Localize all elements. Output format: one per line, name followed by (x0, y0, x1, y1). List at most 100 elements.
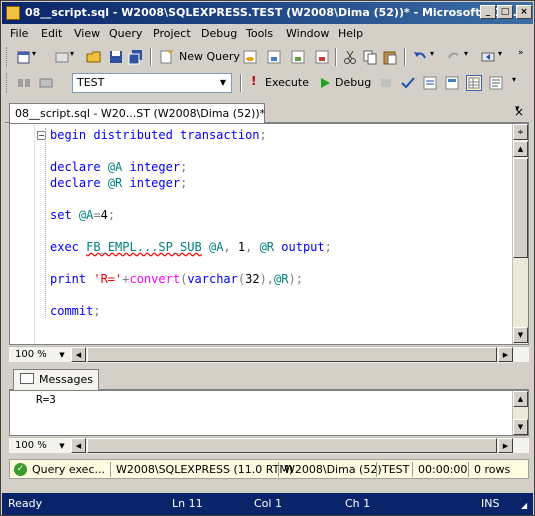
query-editor[interactable]: − begin distributed transaction; declare… (9, 123, 529, 345)
tab-messages-label: Messages (39, 373, 93, 386)
execute-button[interactable]: Execute (265, 76, 309, 89)
menu-project[interactable]: Project (153, 27, 191, 40)
scroll-right-icon[interactable]: ▶ (498, 347, 513, 362)
close-tab-icon[interactable]: × (514, 105, 524, 119)
toolbar-overflow-icon[interactable]: » (518, 48, 524, 58)
change-connection-icon[interactable] (38, 75, 54, 91)
navigate-backward-icon[interactable] (480, 49, 496, 65)
database-select[interactable]: TEST ▼ (72, 73, 232, 93)
paste-icon[interactable] (382, 49, 398, 65)
new-query-icon[interactable] (158, 49, 174, 65)
results-horizontal-scrollbar[interactable]: ◀ ▶ (71, 438, 513, 454)
toolbar-dropdown-icon[interactable]: ▾ (512, 75, 516, 84)
minimize-button[interactable]: _ (480, 5, 496, 19)
chevron-down-icon[interactable]: ▼ (57, 348, 67, 362)
add-item-dropdown-icon[interactable]: ▾ (70, 49, 74, 58)
new-project-dropdown-icon[interactable]: ▾ (32, 49, 36, 58)
xmla-query-icon[interactable] (314, 49, 330, 65)
horizontal-scroll-thumb[interactable] (87, 347, 497, 362)
analysis-dmx-query-icon[interactable] (290, 49, 306, 65)
menu-debug[interactable]: Debug (201, 27, 237, 40)
chevron-down-icon[interactable]: ▼ (57, 439, 67, 453)
horizontal-scroll-thumb[interactable] (87, 438, 497, 453)
code-line: declare @A integer; (50, 160, 187, 174)
title-bar[interactable]: 08__script.sql - W2008\SQLEXPRESS.TEST (… (2, 2, 533, 24)
menu-tools[interactable]: Tools (246, 27, 273, 40)
code-token: output (281, 240, 325, 254)
app-window: 08__script.sql - W2008\SQLEXPRESS.TEST (… (0, 0, 535, 516)
menu-edit[interactable]: Edit (41, 27, 62, 40)
outline-bar (45, 128, 47, 318)
query-options-icon[interactable] (444, 75, 460, 91)
query-state: Query exec... (32, 463, 105, 476)
code-token: @R (259, 240, 275, 254)
code-token: declare (50, 176, 101, 190)
chevron-down-icon[interactable]: ▼ (216, 75, 230, 91)
code-token: + (122, 272, 130, 286)
split-icon[interactable]: ≑ (513, 124, 528, 140)
navigate-dropdown-icon[interactable]: ▾ (498, 49, 502, 58)
toolbar-separator (335, 48, 337, 66)
add-item-icon[interactable] (54, 49, 70, 65)
connect-icon[interactable] (16, 75, 32, 91)
copy-icon[interactable] (362, 49, 378, 65)
execute-icon[interactable]: ! (251, 74, 256, 88)
editor-vertical-scrollbar[interactable]: ≑ ▲ ▼ (512, 124, 528, 344)
scroll-down-icon[interactable]: ▼ (513, 419, 528, 435)
redo-icon[interactable] (446, 49, 462, 65)
new-query-button[interactable]: New Query (179, 50, 240, 63)
messages-vertical-scrollbar[interactable]: ▲ ▼ (512, 391, 528, 435)
debug-button[interactable]: Debug (335, 76, 371, 89)
cancel-query-icon[interactable] (378, 75, 394, 91)
menu-query[interactable]: Query (109, 27, 142, 40)
toolbar-grip[interactable] (6, 47, 9, 67)
menu-file[interactable]: File (10, 27, 28, 40)
database-select-value: TEST (77, 76, 105, 89)
code-token: @A (78, 208, 94, 222)
tab-messages[interactable]: Messages (13, 369, 99, 390)
new-project-icon[interactable] (16, 49, 32, 65)
code-token: declare (50, 160, 101, 174)
sql-editor-toolbar: TEST ▼ ! Execute Debug ▾ (2, 70, 533, 96)
menu-window[interactable]: Window (286, 27, 329, 40)
cut-icon[interactable] (342, 49, 358, 65)
undo-dropdown-icon[interactable]: ▾ (430, 49, 434, 58)
query-user: W2008\Dima (52) (284, 463, 382, 476)
results-zoom-bar: 100 % ▼ ◀ ▶ (9, 437, 529, 454)
parse-checkmark-icon[interactable] (400, 75, 416, 91)
toolbar-grip[interactable] (6, 73, 9, 93)
scroll-right-icon[interactable]: ▶ (498, 438, 513, 453)
menu-help[interactable]: Help (338, 27, 363, 40)
status-divider (110, 462, 111, 477)
save-all-icon[interactable] (128, 49, 144, 65)
debug-play-icon[interactable] (317, 75, 333, 91)
code-line: print 'R='+convert(varchar(32),@R); (50, 272, 303, 286)
open-file-icon[interactable] (86, 49, 102, 65)
scroll-left-icon[interactable]: ◀ (71, 438, 86, 453)
results-to-text-icon[interactable] (488, 75, 504, 91)
results-zoom-select[interactable]: 100 % ▼ (11, 439, 67, 453)
editor-horizontal-scrollbar[interactable]: ◀ ▶ (71, 347, 513, 363)
maximize-button[interactable]: □ (497, 5, 513, 19)
scroll-thumb[interactable] (513, 158, 528, 258)
estimated-plan-icon[interactable] (422, 75, 438, 91)
undo-icon[interactable] (412, 49, 428, 65)
database-engine-query-icon[interactable] (242, 49, 258, 65)
status-char: Ch 1 (345, 497, 371, 510)
editor-zoom-select[interactable]: 100 % ▼ (11, 348, 67, 362)
resize-grip-icon[interactable]: ◢ (521, 501, 527, 510)
messages-pane[interactable]: R=3 ▲ ▼ (9, 390, 529, 436)
code-token: 'R=' (93, 272, 123, 286)
analysis-mdx-query-icon[interactable] (266, 49, 282, 65)
scroll-left-icon[interactable]: ◀ (71, 347, 86, 362)
code-token: ; (93, 304, 101, 318)
scroll-up-icon[interactable]: ▲ (513, 141, 528, 157)
scroll-up-icon[interactable]: ▲ (513, 391, 528, 407)
results-to-grid-icon[interactable] (466, 75, 482, 91)
tab-script[interactable]: 08__script.sql - W20...ST (W2008\Dima (5… (9, 103, 265, 123)
close-button[interactable]: × (516, 5, 532, 19)
save-icon[interactable] (108, 49, 124, 65)
scroll-down-icon[interactable]: ▼ (513, 327, 528, 343)
menu-view[interactable]: View (74, 27, 100, 40)
redo-dropdown-icon[interactable]: ▾ (464, 49, 468, 58)
